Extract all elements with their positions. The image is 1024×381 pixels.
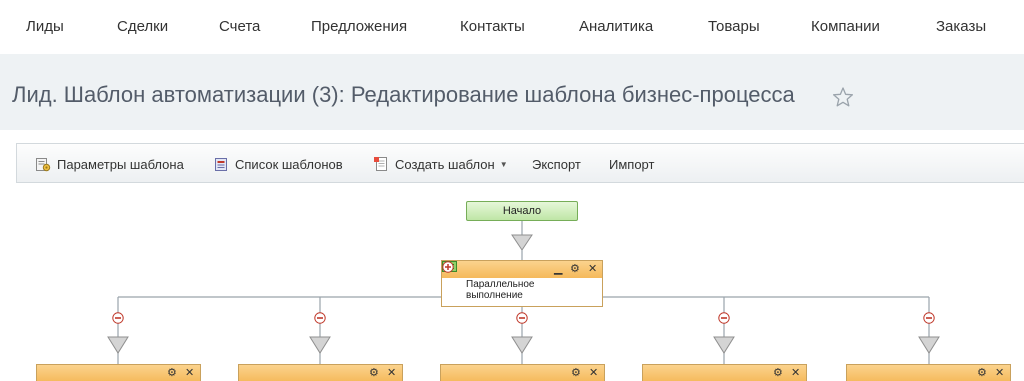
start-node[interactable]: Начало <box>466 201 578 221</box>
gear-icon[interactable]: ⚙ <box>977 366 987 381</box>
close-icon[interactable]: ✕ <box>791 366 800 381</box>
page-title: Лид. Шаблон автоматизации (3): Редактиро… <box>12 82 795 107</box>
template-params-label: Параметры шаблона <box>57 156 184 172</box>
template-params-icon <box>36 158 51 172</box>
close-icon[interactable]: ✕ <box>995 366 1004 381</box>
close-icon[interactable]: ✕ <box>185 366 194 381</box>
add-branch-icon[interactable] <box>442 261 454 273</box>
branch-block[interactable]: ⚙ ✕ <box>846 364 1011 381</box>
page-header: Лид. Шаблон автоматизации (3): Редактиро… <box>0 54 1024 130</box>
branch-connectors <box>107 297 940 365</box>
template-list-button[interactable]: Список шаблонов <box>213 155 343 173</box>
chevron-down-icon: ▼ <box>499 159 508 169</box>
create-template-icon <box>374 157 387 171</box>
collapse-icon[interactable]: ▁ <box>554 262 562 277</box>
block-header: ⚙ ✕ <box>441 365 604 381</box>
remove-branch-icon[interactable] <box>112 312 124 324</box>
gear-icon[interactable]: ⚙ <box>571 366 581 381</box>
close-icon[interactable]: ✕ <box>588 262 597 277</box>
nav-item-deals[interactable]: Сделки <box>117 18 168 35</box>
branch-block[interactable]: ⚙ ✕ <box>238 364 403 381</box>
block-header: ⚙ ✕ <box>37 365 200 381</box>
nav-item-companies[interactable]: Компании <box>811 18 880 35</box>
branch-block[interactable]: ⚙ ✕ <box>36 364 201 381</box>
gear-icon[interactable]: ⚙ <box>570 262 580 277</box>
remove-branch-icon[interactable] <box>516 312 528 324</box>
export-button[interactable]: Экспорт <box>532 155 581 173</box>
nav-item-leads[interactable]: Лиды <box>26 18 64 35</box>
gear-icon[interactable]: ⚙ <box>369 366 379 381</box>
nav-item-invoices[interactable]: Счета <box>219 18 260 35</box>
close-icon[interactable]: ✕ <box>589 366 598 381</box>
template-list-icon <box>215 158 227 171</box>
parallel-label-line-2: выполнение <box>466 290 523 301</box>
branch-block[interactable]: ⚙ ✕ <box>642 364 807 381</box>
process-diagram: Начало ▁ ⚙ ✕ Параллельное выполнение ⚙ ✕… <box>0 183 1024 381</box>
gear-icon[interactable]: ⚙ <box>773 366 783 381</box>
star-icon[interactable] <box>832 86 854 108</box>
import-button[interactable]: Импорт <box>609 155 654 173</box>
parallel-label-line-1: Параллельное <box>466 279 535 290</box>
gear-icon[interactable]: ⚙ <box>167 366 177 381</box>
parallel-activity-block[interactable]: ▁ ⚙ ✕ Параллельное выполнение <box>441 260 603 307</box>
remove-branch-icon[interactable] <box>923 312 935 324</box>
block-header: ⚙ ✕ <box>643 365 806 381</box>
block-header: ▁ ⚙ ✕ <box>442 261 602 278</box>
nav-item-analytics[interactable]: Аналитика <box>579 18 653 35</box>
template-list-label: Список шаблонов <box>235 156 343 172</box>
remove-branch-icon[interactable] <box>314 312 326 324</box>
nav-item-quotes[interactable]: Предложения <box>311 18 407 35</box>
branch-block[interactable]: ⚙ ✕ <box>440 364 605 381</box>
designer-toolbar: Параметры шаблона Список шаблонов Создат… <box>16 143 1024 183</box>
block-header: ⚙ ✕ <box>847 365 1010 381</box>
nav-item-contacts[interactable]: Контакты <box>460 18 525 35</box>
close-icon[interactable]: ✕ <box>387 366 396 381</box>
nav-item-orders[interactable]: Заказы <box>936 18 986 35</box>
create-template-button[interactable]: Создать шаблон ▼ <box>373 155 508 173</box>
create-template-label: Создать шаблон <box>395 156 495 172</box>
import-label: Импорт <box>609 156 655 172</box>
parallel-label: Параллельное выполнение <box>466 279 534 301</box>
export-label: Экспорт <box>532 156 581 172</box>
top-navigation: Лиды Сделки Счета Предложения Контакты А… <box>0 0 1024 54</box>
remove-branch-icon[interactable] <box>718 312 730 324</box>
template-params-button[interactable]: Параметры шаблона <box>35 155 184 173</box>
block-header: ⚙ ✕ <box>239 365 402 381</box>
nav-item-products[interactable]: Товары <box>708 18 760 35</box>
